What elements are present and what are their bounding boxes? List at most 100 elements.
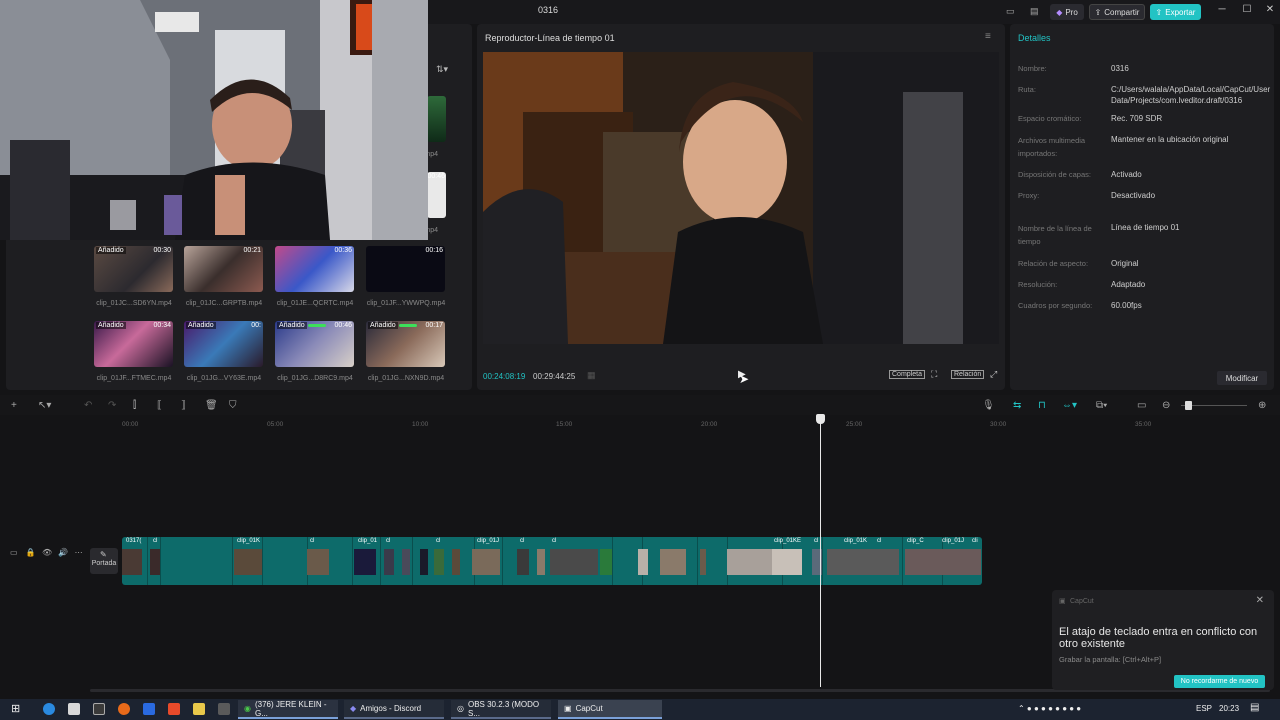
- detail-value: Activado: [1111, 170, 1142, 179]
- export-button[interactable]: ⇧ Exportar: [1150, 4, 1201, 20]
- expand-icon[interactable]: ⤢: [990, 369, 997, 380]
- webcam-overlay: [0, 0, 428, 240]
- clip-label: cl: [153, 538, 158, 544]
- clip-label: cl: [814, 538, 819, 544]
- add-icon[interactable]: +: [11, 400, 17, 411]
- ruler-tick: 30:00: [990, 421, 1007, 428]
- minimize-icon[interactable]: ─: [1214, 4, 1230, 15]
- microphone-icon[interactable]: 🎙: [982, 400, 995, 411]
- media-name: clip_01JE...QCRTC.mp4: [276, 300, 354, 307]
- playhead[interactable]: [820, 415, 821, 687]
- ruler-tick: 05:00: [267, 421, 284, 428]
- fullscreen-mode-button[interactable]: Completa: [889, 370, 925, 379]
- undo-icon[interactable]: ↶: [84, 400, 92, 411]
- preview-axis-icon[interactable]: ⧉▾: [1096, 400, 1107, 411]
- terminal-icon[interactable]: [93, 703, 105, 715]
- task-obs[interactable]: ◎ OBS 30.2.3 (MODO S...: [451, 700, 551, 719]
- brave-icon[interactable]: [168, 703, 180, 715]
- current-time: 00:24:08:19: [483, 372, 526, 381]
- screenshot-icon[interactable]: ⛶: [931, 369, 937, 380]
- store-icon[interactable]: [68, 703, 80, 715]
- media-thumb-partial[interactable]: 00:46: [427, 172, 446, 218]
- detail-value: C:/Users/walala/AppData/Local/CapCut/Use…: [1111, 85, 1271, 105]
- discord-icon: ◆: [350, 704, 357, 713]
- magnet-icon[interactable]: ⊓: [1038, 400, 1046, 411]
- shield-icon[interactable]: ⛉: [229, 400, 237, 411]
- detail-label: Ruta:: [1018, 85, 1036, 94]
- maximize-icon[interactable]: ☐: [1239, 4, 1255, 15]
- eye-icon[interactable]: 👁: [42, 548, 52, 557]
- close-icon[interactable]: ✕: [1256, 595, 1264, 606]
- clip-label: cl: [436, 538, 441, 544]
- detail-value: Adaptado: [1111, 280, 1146, 289]
- layout-icon[interactable]: ▭: [1006, 6, 1015, 17]
- task-chrome[interactable]: ◉ (376) JERE KLEIN - G...: [238, 700, 338, 719]
- total-time: 00:29:44:25: [533, 372, 576, 381]
- shortcuts-icon[interactable]: ▤: [1030, 6, 1039, 17]
- media-thumb[interactable]: 00:16: [366, 246, 445, 292]
- lock-icon[interactable]: 🔒: [26, 548, 36, 557]
- media-thumb[interactable]: Añadido 00:34: [94, 321, 173, 367]
- folder-icon[interactable]: [193, 703, 205, 715]
- clip-label: cl: [386, 538, 391, 544]
- zoom-in-icon[interactable]: ⊕: [1258, 400, 1266, 411]
- pro-button[interactable]: ◆ Pro: [1050, 4, 1084, 20]
- detail-label: Cuadros por segundo:: [1018, 301, 1093, 310]
- close-icon[interactable]: ✕: [1262, 4, 1278, 15]
- select-tool-icon[interactable]: ↖▾: [38, 400, 51, 411]
- fit-icon[interactable]: ▭: [1137, 400, 1146, 411]
- aspect-ratio-button[interactable]: Relación: [951, 370, 985, 379]
- modify-button[interactable]: Modificar: [1217, 371, 1267, 385]
- playhead-handle[interactable]: [816, 414, 825, 424]
- edge-icon[interactable]: [43, 703, 55, 715]
- detail-value: Desactivado: [1111, 191, 1156, 200]
- app-icon[interactable]: [218, 703, 230, 715]
- task-discord[interactable]: ◆ Amigos - Discord: [344, 700, 444, 719]
- clock[interactable]: 20:23: [1219, 704, 1239, 713]
- media-thumb[interactable]: Añadido 00:46: [275, 321, 354, 367]
- share-icon: ⇪: [1094, 7, 1102, 17]
- delete-icon[interactable]: 🗑: [205, 400, 218, 411]
- media-thumb[interactable]: 00:21: [184, 246, 263, 292]
- webcam-image: [0, 0, 428, 240]
- media-thumb[interactable]: Añadido 00:: [184, 321, 263, 367]
- trim-right-icon[interactable]: ⟧: [181, 400, 186, 411]
- media-thumb[interactable]: Añadido 00:30: [94, 246, 173, 292]
- video-track[interactable]: 0317( cl clip_01K cl clip_01 cl cl clip_…: [122, 537, 982, 585]
- link-icon[interactable]: ⇆: [1013, 400, 1021, 411]
- language-indicator[interactable]: ESP: [1196, 704, 1212, 713]
- audio-icon[interactable]: 🔊: [58, 548, 68, 557]
- media-thumb[interactable]: Añadido 00:17: [366, 321, 445, 367]
- grid-icon[interactable]: ▦: [587, 370, 596, 381]
- mail-icon[interactable]: [143, 703, 155, 715]
- snap-icon[interactable]: ⇔▾: [1062, 400, 1077, 411]
- redo-icon[interactable]: ↷: [108, 400, 116, 411]
- notifications-icon[interactable]: ▤: [1250, 702, 1259, 713]
- share-button[interactable]: ⇪ Compartir: [1089, 4, 1145, 20]
- capcut-icon: ▣: [564, 704, 572, 713]
- media-thumb[interactable]: 00:36: [275, 246, 354, 292]
- clip-label: cl: [520, 538, 525, 544]
- track-visibility-icon[interactable]: ▭: [10, 548, 18, 557]
- trim-left-icon[interactable]: ⟦: [157, 400, 162, 411]
- ruler-tick: 35:00: [1135, 421, 1152, 428]
- windows-start-icon[interactable]: ⊞: [11, 702, 20, 715]
- diamond-icon: ◆: [1056, 7, 1063, 17]
- firefox-icon[interactable]: [118, 703, 130, 715]
- cover-button[interactable]: ✎ Portada: [90, 548, 118, 574]
- ruler-tick: 15:00: [556, 421, 573, 428]
- split-icon[interactable]: ⫿: [133, 400, 136, 411]
- menu-icon[interactable]: ≡: [985, 31, 991, 42]
- tray-icons[interactable]: ⌃ ● ● ● ● ● ● ● ●: [1018, 704, 1081, 713]
- detail-label: Relación de aspecto:: [1018, 259, 1089, 268]
- player-panel: Reproductor-Línea de tiempo 01 ≡ 00:24:0…: [477, 24, 1005, 390]
- media-thumb-partial[interactable]: [427, 96, 446, 142]
- video-preview[interactable]: [483, 52, 999, 344]
- task-capcut[interactable]: ▣ CapCut: [558, 700, 662, 719]
- filter-sort-icon[interactable]: ⇅▾: [436, 64, 448, 75]
- more-icon[interactable]: ⋯: [75, 548, 83, 557]
- dont-remind-button[interactable]: No recordarme de nuevo: [1174, 675, 1265, 688]
- zoom-slider-handle[interactable]: [1185, 401, 1192, 410]
- zoom-out-icon[interactable]: ⊖: [1162, 400, 1170, 411]
- player-title: Reproductor-Línea de tiempo 01: [485, 33, 615, 43]
